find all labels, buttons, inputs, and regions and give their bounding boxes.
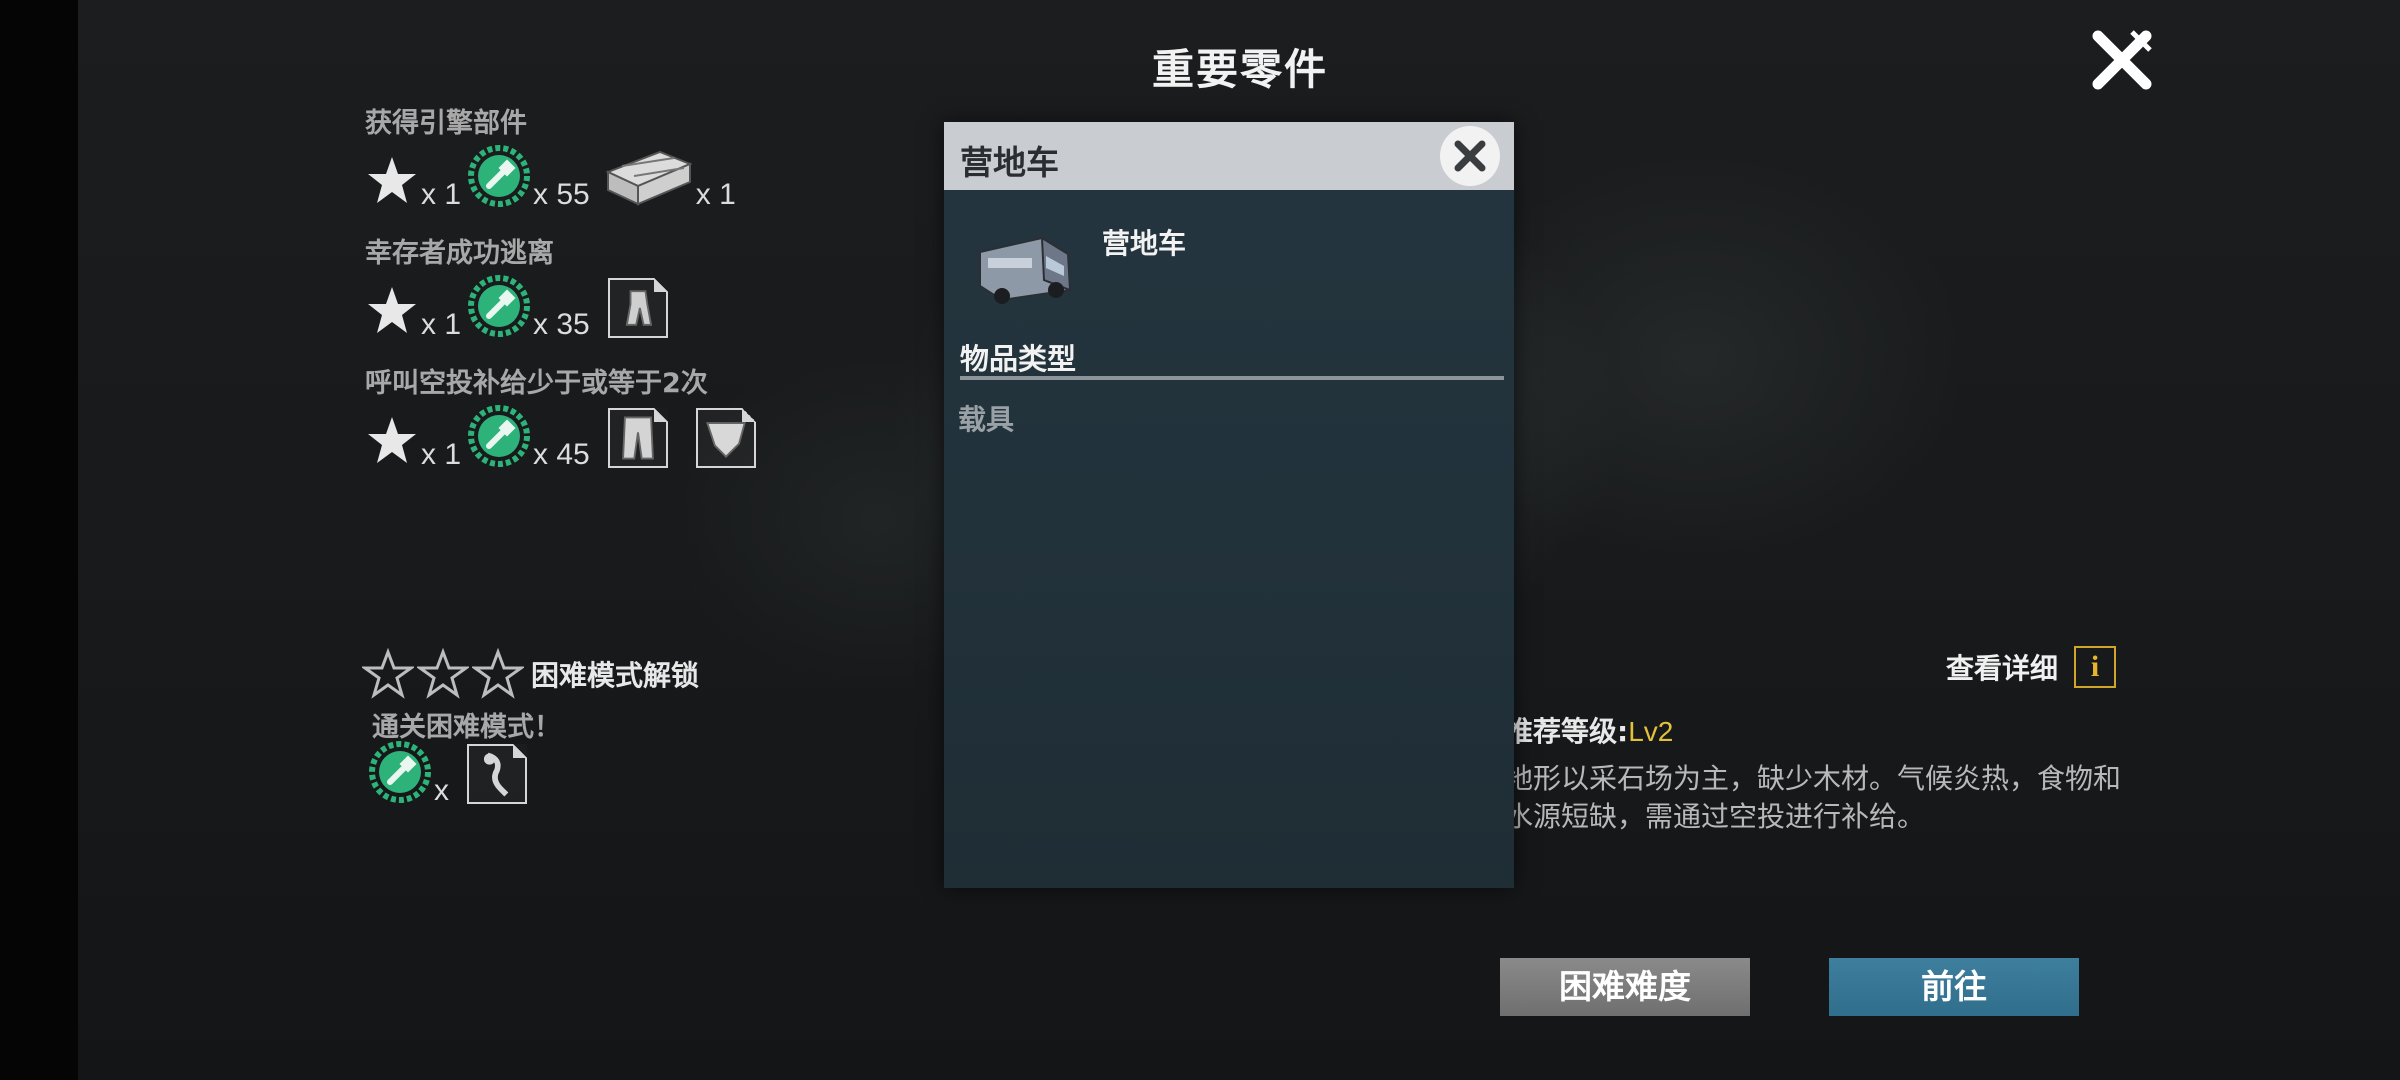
hard-mode-label: 困难模式解锁: [531, 659, 700, 692]
left-black-bar: [0, 0, 78, 1080]
close-icon: [1454, 140, 1486, 172]
task-label: 获得引擎部件: [365, 108, 527, 139]
parts-gear-icon: [468, 275, 531, 337]
task-rewards: x 1 x 35: [365, 272, 668, 341]
pants-item-icon[interactable]: [607, 408, 668, 468]
hard-mode-rewards: x: [368, 740, 527, 807]
parts-gear-icon: [369, 741, 431, 803]
task-label: 幸存者成功逃离: [365, 238, 554, 269]
star-icon: [368, 417, 416, 463]
star-count: x 1: [421, 438, 462, 471]
star-outline-icon: [472, 648, 524, 699]
recommended-level-label: 推荐等级:: [1505, 715, 1629, 748]
page-title: 重要零件: [1151, 45, 1328, 94]
divider: [960, 376, 1504, 380]
task-label: 呼叫空投补给少于或等于2次: [365, 368, 708, 399]
parts-count: x: [434, 774, 449, 807]
hard-difficulty-button[interactable]: 困难难度: [1500, 958, 1750, 1016]
go-button[interactable]: 前往: [1829, 958, 2079, 1016]
task-rewards: x 1 x 55 x 1: [365, 142, 742, 211]
map-description: 地形以采石场为主，缺少木材。气候炎热，食物和水源短缺，需通过空投进行补给。: [1505, 762, 2122, 833]
parts-count: x 35: [533, 308, 590, 341]
crate-count: x 1: [695, 178, 736, 211]
popup-close-button[interactable]: [1440, 126, 1500, 186]
star-count: x 1: [421, 308, 462, 341]
info-icon: i: [2074, 646, 2117, 688]
popup-title: 营地车: [960, 143, 1059, 182]
popup-item-name: 营地车: [1102, 227, 1187, 260]
accessory-item-icon[interactable]: [467, 744, 527, 804]
popup-header: 营地车: [944, 122, 1514, 190]
view-details-button[interactable]: 查看详细 i: [1946, 646, 2117, 688]
item-type-label: 物品类型: [960, 342, 1077, 376]
recommended-level: 推荐等级:Lv2: [1505, 710, 1673, 750]
task-airdrop: 呼叫空投补给少于或等于2次 x 1 x 45: [365, 366, 756, 471]
item-popup: 营地车 营地车 物品类型 载具: [944, 122, 1514, 888]
parts-gear-icon: [468, 145, 531, 207]
view-details-label: 查看详细: [1946, 652, 2059, 685]
crate-icon: [605, 150, 693, 206]
scarf-item-icon[interactable]: [695, 408, 756, 468]
outfit-item-icon[interactable]: [607, 278, 668, 338]
hard-mode-desc: 通关困难模式！: [372, 712, 561, 743]
hard-mode-unlock: 困难模式解锁: [362, 648, 699, 700]
close-screen-icon[interactable]: [2088, 26, 2156, 94]
star-outline-icon: [362, 648, 414, 699]
star-outline-icon: [417, 648, 469, 699]
task-engine: 获得引擎部件 x 1 x 55 x 1: [365, 106, 742, 211]
star-icon: [368, 287, 416, 333]
task-rewards: x 1 x 45: [365, 402, 756, 471]
task-escape: 幸存者成功逃离 x 1 x 35: [365, 236, 668, 341]
recommended-level-value: Lv2: [1628, 716, 1674, 747]
parts-count: x 55: [533, 178, 590, 211]
star-count: x 1: [421, 178, 462, 211]
item-type-value: 载具: [958, 403, 1015, 436]
parts-gear-icon: [468, 405, 531, 467]
parts-count: x 45: [533, 438, 590, 471]
star-icon: [368, 157, 416, 203]
camper-van-icon: [979, 236, 1072, 304]
